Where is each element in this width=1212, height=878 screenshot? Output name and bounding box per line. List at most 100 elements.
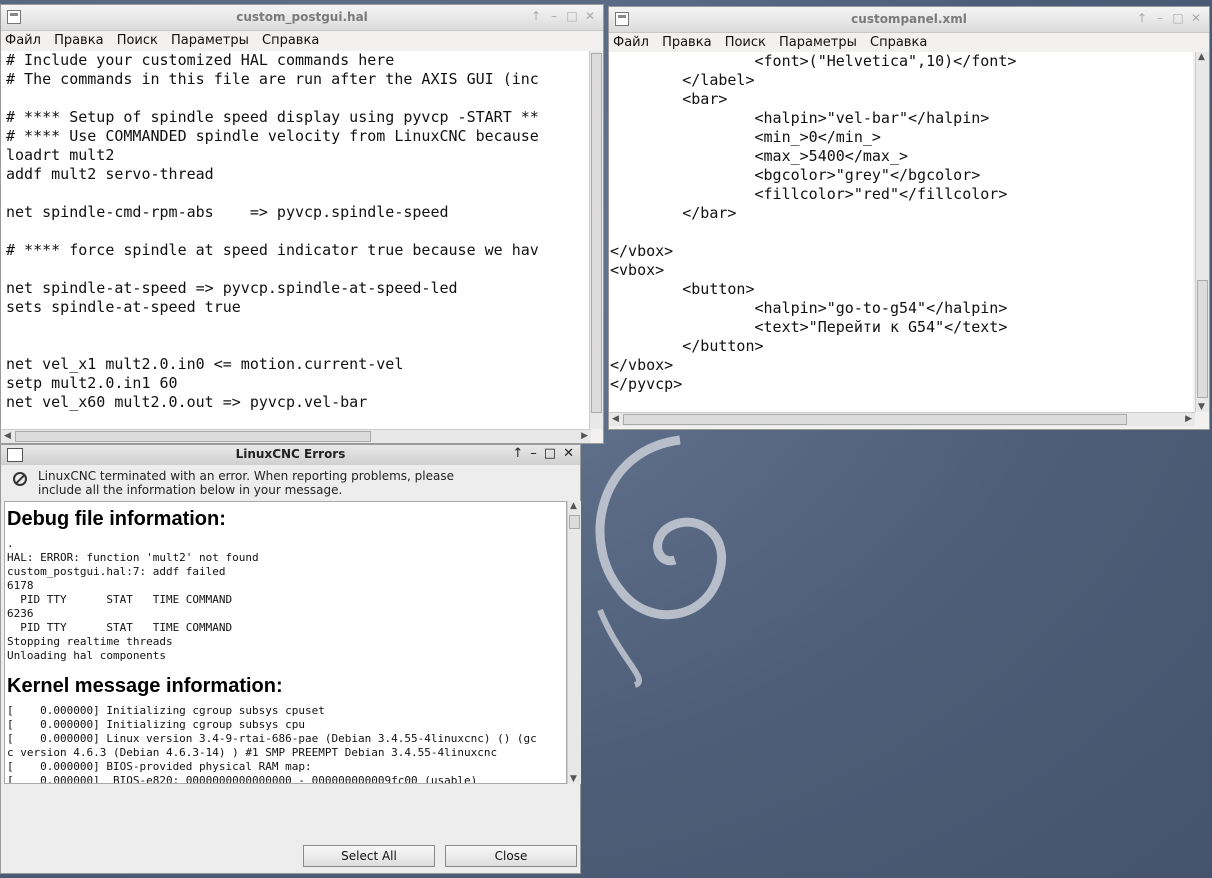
vertical-scrollbar[interactable]: ▲ ▼ xyxy=(1195,52,1209,412)
hal-editor-titlebar[interactable]: custom_postgui.hal ↑ – □ ✕ xyxy=(1,5,603,31)
menu-search[interactable]: Поиск xyxy=(725,35,766,50)
code-line: net vel_x1 mult2.0.in0 <= motion.current… xyxy=(6,355,404,373)
debug-line: 6236 xyxy=(7,607,34,620)
code-line: </vbox> xyxy=(610,356,674,374)
keep-above-icon[interactable]: ↑ xyxy=(1135,11,1149,25)
kernel-line: [ 0.000000] Linux version 3.4-9-rtai-686… xyxy=(7,732,537,745)
kernel-heading: Kernel message information: xyxy=(7,675,283,697)
minimize-icon[interactable]: – xyxy=(547,9,561,23)
hal-editor-window: custom_postgui.hal ↑ – □ ✕ Файл Правка Поис… xyxy=(0,4,604,444)
menu-help[interactable]: Справка xyxy=(870,35,927,50)
code-line: </bar> xyxy=(610,204,737,222)
close-button[interactable]: Close xyxy=(445,845,577,867)
menu-edit[interactable]: Правка xyxy=(662,35,711,50)
code-line: </button> xyxy=(610,337,764,355)
horizontal-scrollbar[interactable]: ◀ ▶ xyxy=(609,412,1195,426)
debug-line: custom_postgui.hal:7: addf failed xyxy=(7,565,226,578)
maximize-icon[interactable]: □ xyxy=(1171,11,1185,25)
xml-editor-titlebar[interactable]: custompanel.xml ↑ – □ ✕ xyxy=(609,7,1209,33)
scrollbar-thumb[interactable] xyxy=(15,431,371,442)
code-line: </label> xyxy=(610,71,755,89)
menu-bar: Файл Правка Поиск Параметры Справка xyxy=(609,33,1209,54)
dialog-title: LinuxCNC Errors xyxy=(235,447,346,461)
vertical-scrollbar[interactable]: ▲ ▼ xyxy=(567,501,581,784)
debug-text: . HAL: ERROR: function 'mult2' not found c… xyxy=(7,537,566,663)
close-icon[interactable]: ✕ xyxy=(563,446,574,461)
scrollbar-thumb[interactable] xyxy=(591,53,602,413)
menu-options[interactable]: Параметры xyxy=(171,33,249,48)
maximize-icon[interactable]: □ xyxy=(544,446,556,461)
scroll-right-icon[interactable]: ▶ xyxy=(1185,414,1192,424)
scroll-left-icon[interactable]: ◀ xyxy=(4,431,11,441)
debug-line: PID TTY STAT TIME COMMAND xyxy=(7,593,233,606)
debug-line: Unloading hal components xyxy=(7,649,166,662)
code-line: net spindle-at-speed => pyvcp.spindle-at… xyxy=(6,279,458,297)
code-line: # **** force spindle at speed indicator … xyxy=(6,241,539,259)
keep-above-icon[interactable]: ↑ xyxy=(529,9,543,23)
minimize-icon[interactable]: – xyxy=(530,446,537,461)
code-line: # Include your customized HAL commands h… xyxy=(6,51,395,69)
menu-search[interactable]: Поиск xyxy=(117,33,158,48)
dialog-titlebar[interactable]: LinuxCNC Errors ↑ – □ ✕ xyxy=(1,445,580,465)
linuxcnc-errors-dialog: LinuxCNC Errors ↑ – □ ✕ LinuxCNC terminated… xyxy=(0,444,581,874)
code-line: # **** Setup of spindle speed display us… xyxy=(6,108,539,126)
keep-above-icon[interactable]: ↑ xyxy=(512,446,523,461)
close-icon[interactable]: ✕ xyxy=(583,9,597,23)
maximize-icon[interactable]: □ xyxy=(565,9,579,23)
code-line: <text>"Перейти к G54"</text> xyxy=(610,318,1008,336)
scroll-left-icon[interactable]: ◀ xyxy=(612,414,619,424)
scrollbar-thumb[interactable] xyxy=(569,515,580,529)
desktop-swirl-logo xyxy=(595,435,727,688)
text-editor-area[interactable]: <font>("Helvetica",10)</font> </label> <… xyxy=(609,52,1193,412)
debug-line: Stopping realtime threads xyxy=(7,635,173,648)
debug-heading: Debug file information: xyxy=(7,508,226,530)
window-title: custompanel.xml xyxy=(851,12,967,26)
menu-edit[interactable]: Правка xyxy=(54,33,103,48)
scroll-down-icon[interactable]: ▼ xyxy=(570,774,577,784)
scroll-up-icon[interactable]: ▲ xyxy=(1198,52,1205,62)
error-details-area[interactable]: Debug file information: . HAL: ERROR: fun… xyxy=(4,501,567,784)
xml-editor-window: custompanel.xml ↑ – □ ✕ Файл Правка Поиск П… xyxy=(608,6,1210,430)
minimize-icon[interactable]: – xyxy=(1153,11,1167,25)
code-line: # **** Use COMMANDED spindle velocity fr… xyxy=(6,127,539,145)
error-message: LinuxCNC terminated with an error. When … xyxy=(38,469,454,497)
code-line: <font>("Helvetica",10)</font> xyxy=(610,52,1017,70)
scrollbar-thumb[interactable] xyxy=(623,414,1127,425)
code-line: <min_>0</min_> xyxy=(610,128,881,146)
code-line: setp mult2.0.in1 60 xyxy=(6,374,178,392)
code-line: <vbox> xyxy=(610,261,665,279)
menu-options[interactable]: Параметры xyxy=(779,35,857,50)
code-line: <bgcolor>"grey"</bgcolor> xyxy=(610,166,981,184)
kernel-line: [ 0.000000] BIOS-e820: 0000000000000000 … xyxy=(7,774,478,784)
kernel-line: [ 0.000000] Initializing cgroup subsys c… xyxy=(7,718,306,731)
horizontal-scrollbar[interactable]: ◀ ▶ xyxy=(1,429,591,443)
menu-file[interactable]: Файл xyxy=(613,35,649,50)
scroll-right-icon[interactable]: ▶ xyxy=(581,431,588,441)
code-line: loadrt mult2 xyxy=(6,146,115,164)
kernel-line: c version 4.6.3 (Debian 4.6.3-14) ) #1 S… xyxy=(7,746,498,759)
code-line: <halpin>"go-to-g54"</halpin> xyxy=(610,299,1008,317)
code-line: </pyvcp> xyxy=(610,375,683,393)
code-line: <bar> xyxy=(610,90,728,108)
menu-help[interactable]: Справка xyxy=(262,33,319,48)
scroll-up-icon[interactable]: ▲ xyxy=(570,501,577,511)
code-line: # The commands in this file are run afte… xyxy=(6,70,539,88)
debug-line: PID TTY STAT TIME COMMAND xyxy=(7,621,233,634)
kernel-line: [ 0.000000] BIOS-provided physical RAM m… xyxy=(7,760,312,773)
scrollbar-thumb[interactable] xyxy=(1197,280,1208,398)
close-icon[interactable]: ✕ xyxy=(1189,11,1203,25)
vertical-scrollbar[interactable] xyxy=(589,51,603,429)
select-all-button[interactable]: Select All xyxy=(303,845,435,867)
code-line: addf mult2 servo-thread xyxy=(6,165,214,183)
scroll-down-icon[interactable]: ▼ xyxy=(1198,402,1205,412)
kernel-line: [ 0.000000] Initializing cgroup subsys c… xyxy=(7,704,325,717)
code-line: net spindle-cmd-rpm-abs => pyvcp.spindle… xyxy=(6,203,449,221)
menu-bar: Файл Правка Поиск Параметры Справка xyxy=(1,31,603,52)
code-line: <button> xyxy=(610,280,755,298)
text-editor-area[interactable]: # Include your customized HAL commands h… xyxy=(1,51,589,429)
menu-file[interactable]: Файл xyxy=(5,33,41,48)
